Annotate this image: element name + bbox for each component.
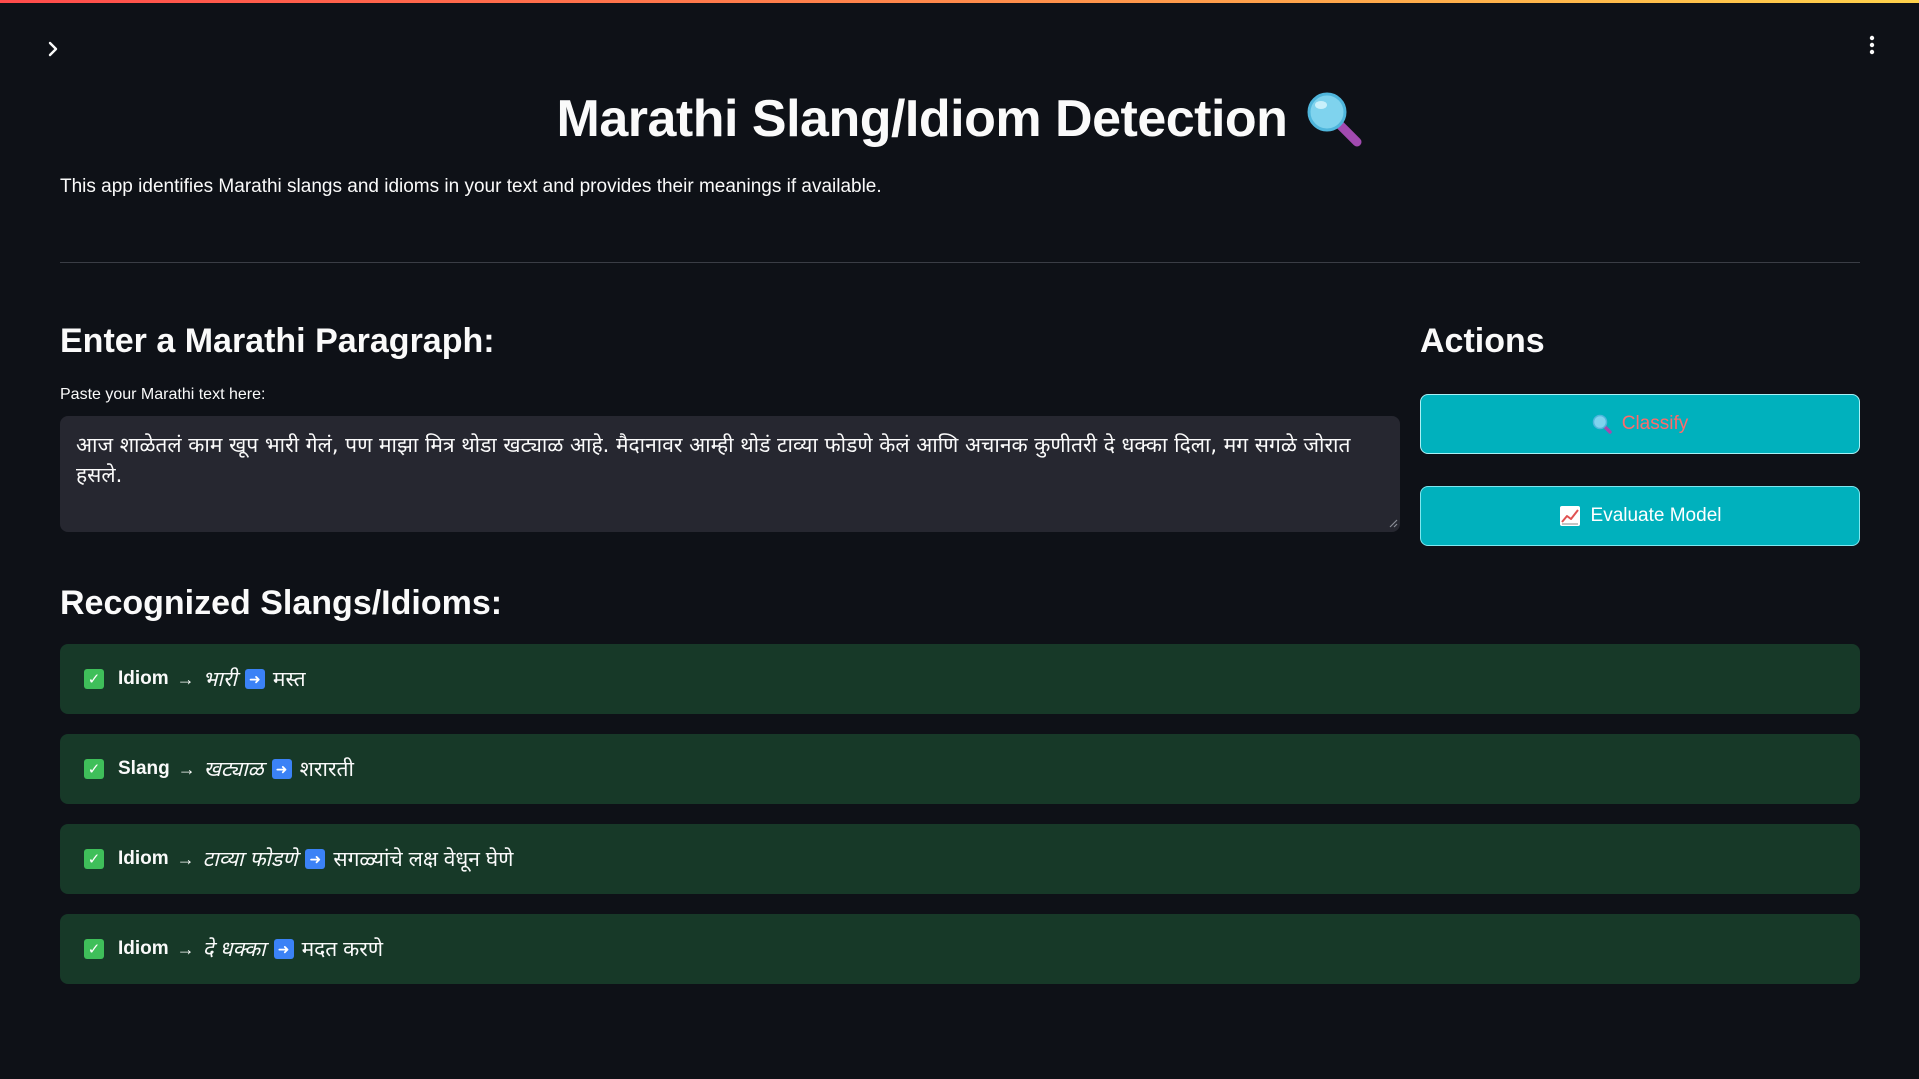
check-icon: ✓	[84, 759, 104, 779]
evaluate-model-button[interactable]: Evaluate Model	[1420, 486, 1860, 546]
classify-label: Classify	[1621, 413, 1689, 434]
title-row: Marathi Slang/Idiom Detection	[60, 78, 1860, 160]
result-item: ✓ Slang → खट्याळ ➜ शरारती	[60, 734, 1860, 804]
arrow-right-icon: →	[177, 758, 196, 779]
more-vertical-icon	[1869, 35, 1875, 55]
arrow-right-icon: →	[176, 668, 195, 689]
arrow-right-icon: →	[176, 848, 195, 869]
input-heading: Enter a Marathi Paragraph:	[60, 322, 495, 360]
right-arrow-box-icon: ➜	[244, 669, 265, 689]
result-meaning: सगळ्यांचे लक्ष वेधून घेणे	[333, 848, 514, 871]
sidebar-toggle-button[interactable]	[35, 31, 71, 67]
result-meaning: शरारती	[299, 758, 354, 781]
result-type: Idiom	[118, 848, 169, 869]
result-phrase: दे धक्का	[202, 938, 266, 961]
result-phrase: खट्याळ	[203, 758, 264, 781]
result-item: ✓ Idiom → टाव्या फोडणे ➜ सगळ्यांचे लक्ष …	[60, 824, 1860, 894]
arrow-right-icon: →	[176, 938, 195, 959]
input-section: Enter a Marathi Paragraph: Paste your Ma…	[60, 318, 1400, 532]
page-subtitle: This app identifies Marathi slangs and i…	[60, 176, 882, 197]
magnifier-icon	[1307, 92, 1362, 147]
right-arrow-box-icon: ➜	[305, 849, 326, 869]
check-icon: ✓	[84, 669, 104, 689]
result-phrase: टाव्या फोडणे	[202, 848, 298, 871]
classify-button[interactable]: Classify	[1420, 394, 1860, 454]
result-meaning: मस्त	[272, 668, 306, 691]
marathi-text-input[interactable]: आज शाळेतलं काम खूप भारी गेलं, पण माझा मि…	[60, 416, 1400, 532]
page-title: Marathi Slang/Idiom Detection	[556, 90, 1288, 148]
actions-section: Actions Classify Evaluate Model	[1420, 318, 1860, 546]
check-icon: ✓	[84, 849, 104, 869]
right-arrow-box-icon: ➜	[271, 759, 292, 779]
chevron-right-icon	[48, 41, 58, 57]
top-decoration-bar	[0, 0, 1919, 3]
check-icon: ✓	[84, 939, 104, 959]
result-type: Idiom	[118, 938, 169, 959]
actions-heading: Actions	[1420, 322, 1545, 360]
resize-handle-icon[interactable]	[1388, 518, 1398, 528]
result-type: Slang	[118, 758, 170, 779]
result-type: Idiom	[118, 668, 169, 689]
result-item: ✓ Idiom → दे धक्का ➜ मदत करणे	[60, 914, 1860, 984]
results-section: Recognized Slangs/Idioms: ✓ Idiom → भारी…	[60, 580, 1860, 984]
result-item: ✓ Idiom → भारी ➜ मस्त	[60, 644, 1860, 714]
main-menu-button[interactable]	[1854, 27, 1890, 63]
results-heading: Recognized Slangs/Idioms:	[60, 584, 503, 622]
result-meaning: मदत करणे	[301, 938, 384, 961]
chart-icon	[1559, 506, 1580, 526]
result-phrase: भारी	[202, 668, 237, 691]
magnifier-icon	[1592, 414, 1612, 434]
right-arrow-box-icon: ➜	[273, 939, 294, 959]
divider	[60, 262, 1860, 263]
text-input-label: Paste your Marathi text here:	[60, 386, 266, 403]
evaluate-label: Evaluate Model	[1590, 505, 1722, 526]
